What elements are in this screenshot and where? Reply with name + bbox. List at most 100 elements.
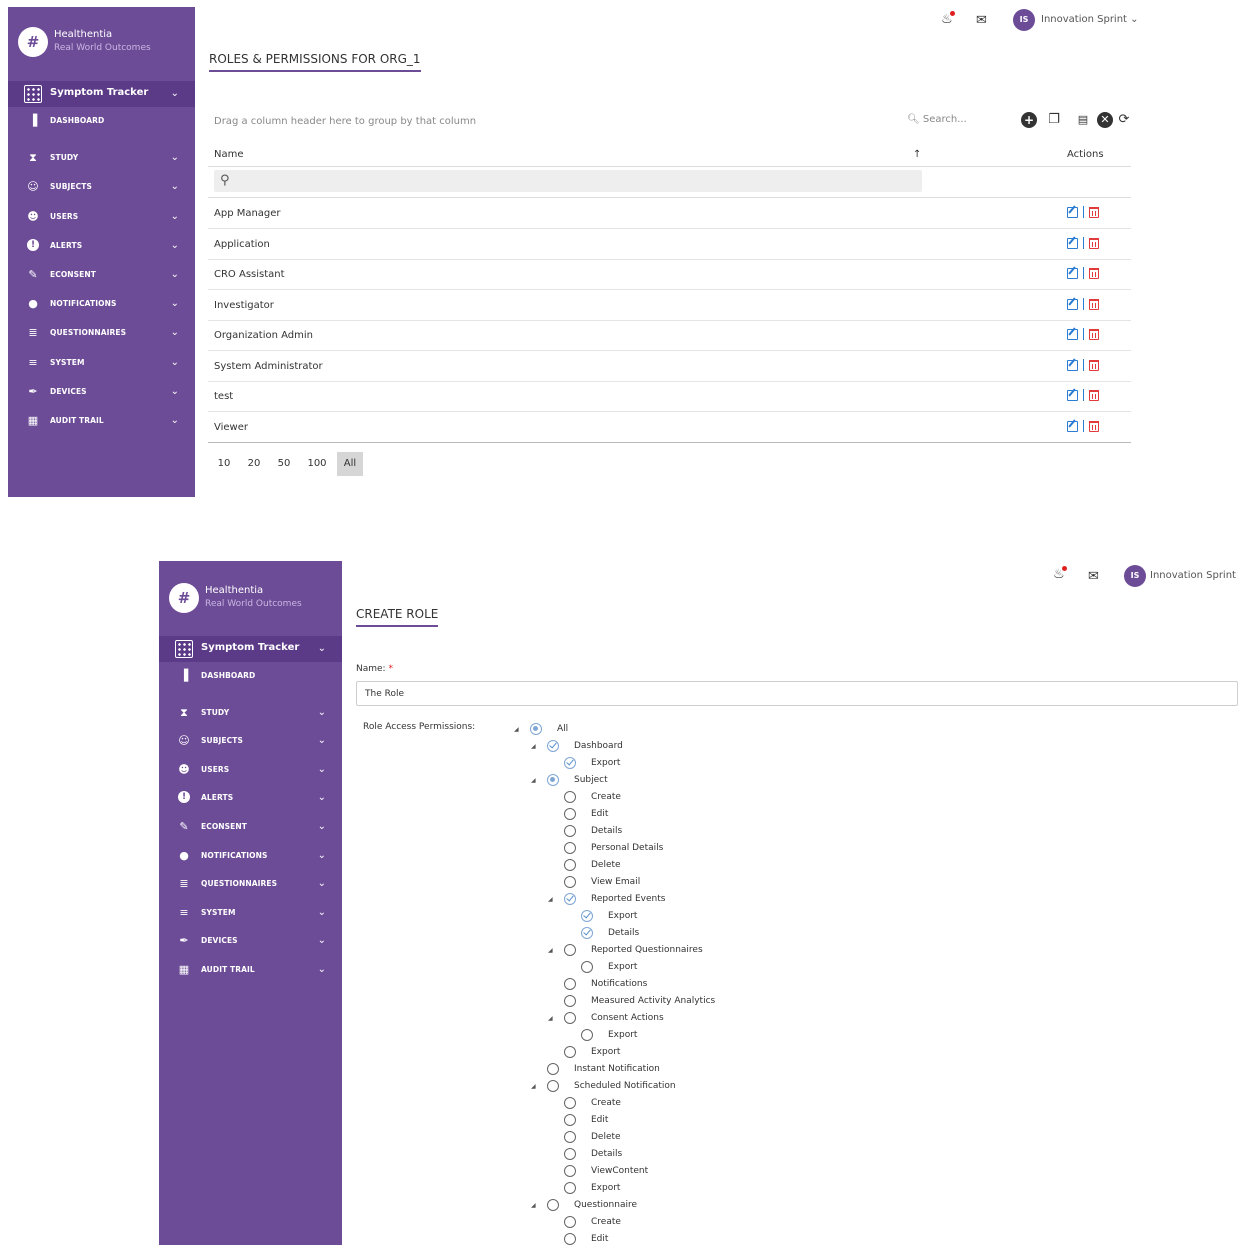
permission-checkbox[interactable] — [564, 842, 576, 854]
sidebar-item-study[interactable]: ⧗ STUDY ⌄ — [159, 703, 342, 725]
sidebar-item-system[interactable]: ≡ SYSTEM ⌄ — [8, 353, 195, 375]
sort-ascending-icon[interactable]: ↑ — [913, 149, 921, 160]
table-row[interactable]: Organization Admin — [208, 321, 1131, 351]
permission-checkbox[interactable] — [564, 825, 576, 837]
delete-icon[interactable] — [1089, 298, 1099, 310]
sidebar-item-alerts[interactable]: ! ALERTS ⌄ — [159, 788, 342, 810]
user-menu[interactable]: Innovation Sprint ⌄ — [1150, 570, 1239, 581]
page-size-50[interactable]: 50 — [274, 452, 294, 476]
page-size-all[interactable]: All — [337, 452, 363, 476]
column-header-name[interactable]: Name — [214, 149, 244, 160]
edit-icon[interactable] — [1067, 329, 1078, 340]
permission-checkbox[interactable] — [564, 1233, 576, 1245]
permission-checkbox[interactable] — [547, 740, 559, 752]
delete-icon[interactable] — [1089, 390, 1099, 401]
permission-checkbox[interactable] — [547, 1063, 559, 1075]
permission-checkbox[interactable] — [581, 961, 593, 973]
table-row[interactable]: CRO Assistant — [208, 260, 1131, 290]
sidebar-item-econsent[interactable]: ✎ ECONSENT ⌄ — [159, 817, 342, 839]
brand[interactable]: # Healthentia Real World Outcomes — [169, 583, 349, 615]
permission-checkbox[interactable] — [564, 995, 576, 1007]
permission-checkbox[interactable] — [547, 1199, 559, 1211]
permission-checkbox[interactable] — [564, 876, 576, 888]
sidebar-item-econsent[interactable]: ✎ ECONSENT ⌄ — [8, 265, 195, 287]
user-menu[interactable]: Innovation Sprint ⌄ — [1041, 14, 1139, 25]
expand-toggle-icon[interactable]: ◢ — [531, 1202, 536, 1209]
permission-checkbox[interactable] — [564, 1097, 576, 1109]
permission-checkbox[interactable] — [564, 1182, 576, 1194]
permission-checkbox[interactable] — [581, 927, 593, 939]
csv-export-icon[interactable]: ▤ — [1075, 112, 1091, 128]
expand-toggle-icon[interactable]: ◢ — [531, 1083, 536, 1090]
permission-checkbox[interactable] — [547, 774, 559, 786]
table-row[interactable]: Application — [208, 230, 1131, 260]
permission-checkbox[interactable] — [564, 1046, 576, 1058]
permission-checkbox[interactable] — [564, 1216, 576, 1228]
sidebar-item-subjects[interactable]: ☺ SUBJECTS ⌄ — [8, 177, 195, 199]
table-row[interactable]: App Manager — [208, 199, 1131, 229]
sidebar-item-devices[interactable]: ✒ DEVICES ⌄ — [8, 382, 195, 404]
edit-icon[interactable] — [1067, 359, 1078, 371]
permission-checkbox[interactable] — [564, 1131, 576, 1143]
permission-checkbox[interactable] — [581, 1029, 593, 1041]
permission-checkbox[interactable] — [530, 723, 542, 735]
edit-icon[interactable] — [1067, 420, 1078, 432]
brand[interactable]: # Healthentia Real World Outcomes — [18, 27, 198, 59]
table-row[interactable]: test — [208, 382, 1131, 412]
copy-icon[interactable]: ❐ — [1046, 112, 1062, 128]
permission-checkbox[interactable] — [564, 1165, 576, 1177]
permission-checkbox[interactable] — [564, 859, 576, 871]
sidebar-item-users[interactable]: ☻ USERS ⌄ — [8, 207, 195, 229]
sidebar-item-notifications[interactable]: ● NOTIFICATIONS ⌄ — [8, 294, 195, 316]
sidebar-item-dashboard[interactable]: ▐ DASHBOARD — [8, 111, 195, 133]
sidebar-item-devices[interactable]: ✒ DEVICES ⌄ — [159, 931, 342, 953]
permission-checkbox[interactable] — [564, 791, 576, 803]
app-selector[interactable]: Symptom Tracker ⌄ — [159, 636, 342, 662]
sidebar-item-questionnaires[interactable]: ≣ QUESTIONNAIRES ⌄ — [159, 874, 342, 896]
refresh-icon[interactable]: ⟳ — [1116, 112, 1132, 128]
permission-checkbox[interactable] — [547, 1080, 559, 1092]
permission-checkbox[interactable] — [564, 757, 576, 769]
mail-icon[interactable]: ✉ — [976, 13, 987, 28]
avatar[interactable]: IS — [1124, 565, 1146, 587]
delete-icon[interactable] — [1089, 359, 1099, 371]
group-panel-hint[interactable]: Drag a column header here to group by th… — [214, 116, 476, 127]
sidebar-item-questionnaires[interactable]: ≣ QUESTIONNAIRES ⌄ — [8, 323, 195, 345]
expand-toggle-icon[interactable]: ◢ — [548, 947, 553, 954]
edit-icon[interactable] — [1067, 237, 1078, 249]
permission-checkbox[interactable] — [564, 1114, 576, 1126]
role-name-input[interactable] — [356, 681, 1238, 706]
edit-icon[interactable] — [1067, 268, 1078, 279]
clear-filter-icon[interactable]: ✕ — [1097, 112, 1113, 128]
delete-icon[interactable] — [1089, 420, 1099, 432]
page-size-10[interactable]: 10 — [214, 452, 234, 476]
edit-icon[interactable] — [1067, 207, 1078, 218]
delete-icon[interactable] — [1089, 207, 1099, 218]
name-filter-input[interactable]: ⚲ — [214, 170, 922, 192]
sidebar-item-dashboard[interactable]: ▐ DASHBOARD — [159, 666, 342, 688]
app-selector[interactable]: Symptom Tracker ⌄ — [8, 81, 195, 107]
page-size-100[interactable]: 100 — [304, 452, 330, 476]
permission-checkbox[interactable] — [564, 1148, 576, 1160]
mail-icon[interactable]: ✉ — [1088, 569, 1099, 584]
expand-toggle-icon[interactable]: ◢ — [531, 743, 536, 750]
add-icon[interactable]: + — [1021, 112, 1037, 128]
delete-icon[interactable] — [1089, 268, 1099, 279]
permission-checkbox[interactable] — [564, 808, 576, 820]
delete-icon[interactable] — [1089, 237, 1099, 249]
edit-icon[interactable] — [1067, 298, 1078, 310]
expand-toggle-icon[interactable]: ◢ — [514, 726, 519, 733]
sidebar-item-audit-trail[interactable]: ▦ AUDIT TRAIL ⌄ — [159, 960, 342, 982]
permission-checkbox[interactable] — [564, 893, 576, 905]
expand-toggle-icon[interactable]: ◢ — [548, 896, 553, 903]
permission-checkbox[interactable] — [581, 910, 593, 922]
table-row[interactable]: Investigator — [208, 291, 1131, 321]
sidebar-item-subjects[interactable]: ☺ SUBJECTS ⌄ — [159, 731, 342, 753]
page-size-20[interactable]: 20 — [244, 452, 264, 476]
sidebar-item-alerts[interactable]: ! ALERTS ⌄ — [8, 236, 195, 258]
table-row[interactable]: System Administrator — [208, 352, 1131, 382]
search-input[interactable]: 🔍︎ Search... — [907, 114, 967, 125]
avatar[interactable]: IS — [1013, 9, 1035, 31]
sidebar-item-audit-trail[interactable]: ▦ AUDIT TRAIL ⌄ — [8, 411, 195, 433]
table-row[interactable]: Viewer — [208, 413, 1131, 443]
